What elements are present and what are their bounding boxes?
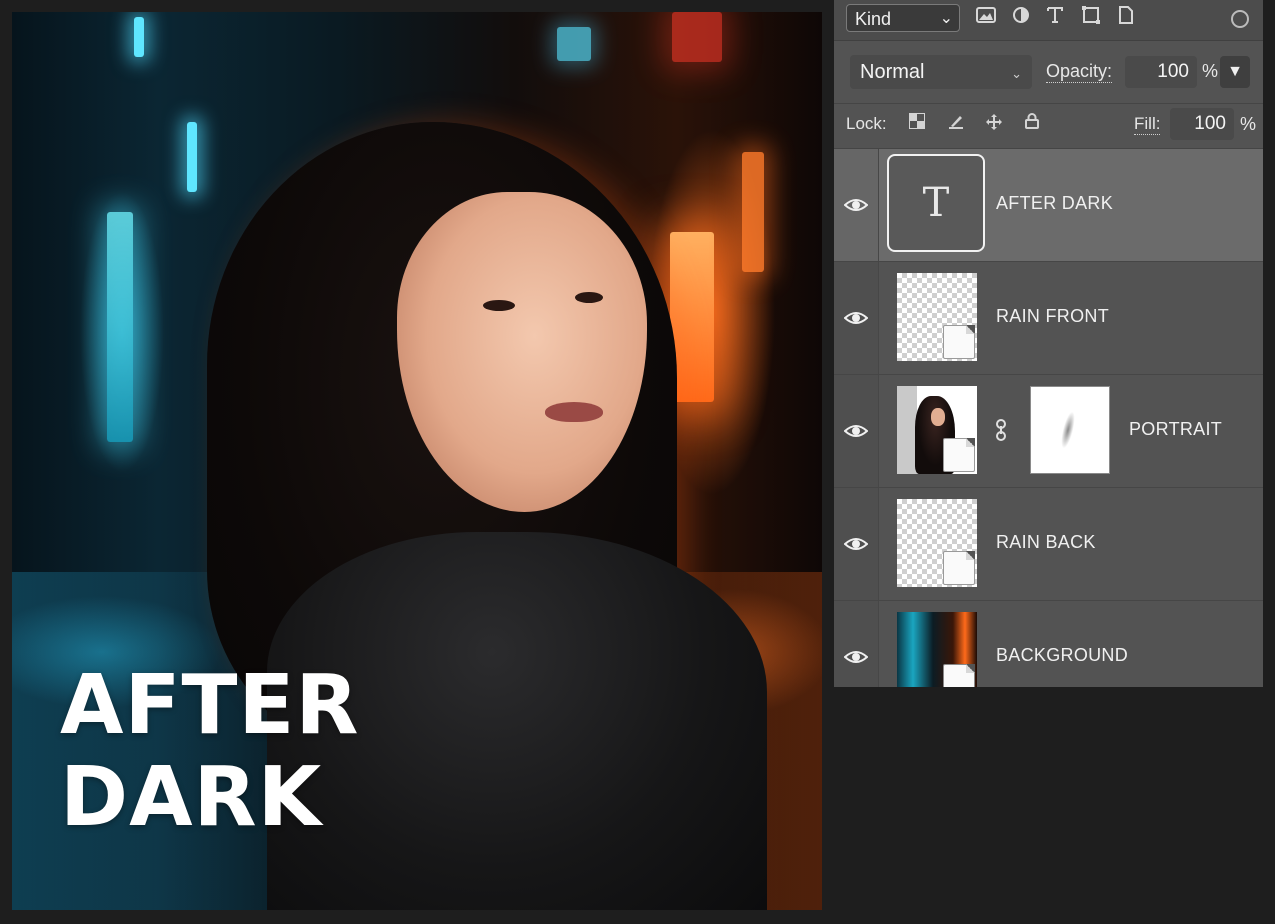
opacity-slider-toggle[interactable]: ▼ [1220,56,1250,88]
image-filter-icon[interactable] [975,6,997,28]
eye-icon[interactable] [844,307,868,329]
type-filter-icon[interactable] [1044,6,1066,28]
filter-kind-label: Kind [855,9,892,29]
chevron-down-icon: ⌄ [939,10,953,27]
left-eye [483,300,515,311]
eye-icon[interactable] [844,420,868,442]
fill-label[interactable]: Fill: [1134,114,1161,135]
layer-mask-thumbnail[interactable] [1030,386,1110,474]
mask-stroke [1058,410,1078,450]
filter-kind-select[interactable]: Kind ⌄ [846,4,960,32]
layer-row-portrait[interactable]: PORTRAIT [834,375,1263,488]
opacity-label[interactable]: Opacity: [1046,61,1113,83]
layer-row-background[interactable]: BACKGROUND [834,601,1263,687]
smart-object-filter-icon[interactable] [1115,6,1137,28]
fill-percent: % [1240,114,1257,134]
eye-icon[interactable] [844,646,868,668]
lock-image-pixels-icon[interactable] [945,113,967,135]
visibility-column [834,601,879,687]
blend-options-row: Normal ⌄ Opacity: 100 % ▼ [834,41,1263,104]
filter-toggle-icon[interactable] [1231,10,1249,28]
blend-mode-select[interactable]: Normal ⌄ [850,55,1032,89]
document-canvas[interactable]: AFTER DARK [12,12,822,910]
lock-options-row: Lock: Fill: 100 % [834,104,1263,149]
smart-object-badge-icon [943,664,975,687]
shape-filter-icon[interactable] [1080,6,1102,28]
portrait-thumbnail-face [931,408,945,426]
artwork-title: AFTER DARK [60,660,360,844]
cyan-neon-light [187,122,197,192]
layer-thumbnail[interactable] [897,612,977,687]
orange-neon-light [742,152,764,272]
opacity-percent: % [1202,61,1219,81]
eye-icon[interactable] [844,533,868,555]
layer-name[interactable]: RAIN FRONT [996,306,1109,327]
layer-row-rain-back[interactable]: RAIN BACK [834,488,1263,601]
cyan-window-light [557,27,591,61]
triangle-down-icon: ▼ [1227,63,1243,80]
adjustment-filter-icon[interactable] [1010,6,1032,28]
lock-transparent-pixels-icon[interactable] [906,113,928,135]
lock-position-icon[interactable] [983,113,1005,135]
mask-link-chain-icon[interactable] [994,419,1008,443]
eye-icon[interactable] [844,194,868,216]
right-eye [575,292,603,303]
lock-label: Lock: [846,114,887,133]
visibility-column [834,375,879,487]
smart-object-badge-icon [943,438,975,472]
cyan-neon-light [134,17,144,57]
visibility-column [834,488,879,600]
chevron-down-icon: ⌄ [1011,66,1022,81]
layers-panel: Kind ⌄ Normal ⌄ Opacity: 100 % ▼ Lock: F… [834,0,1263,687]
layer-thumbnail[interactable] [897,386,977,474]
layer-name[interactable]: BACKGROUND [996,645,1128,666]
smart-object-badge-icon [943,325,975,359]
layer-row-after-dark[interactable]: T AFTER DARK [834,149,1263,262]
mouth [545,402,603,422]
opacity-input[interactable]: 100 [1125,56,1197,88]
red-neon-sign [672,12,722,62]
layer-name[interactable]: AFTER DARK [996,193,1113,214]
layer-thumbnail[interactable] [897,499,977,587]
layer-name[interactable]: RAIN BACK [996,532,1096,553]
lock-all-icon[interactable] [1021,113,1043,135]
artwork-title-line1: AFTER [60,658,360,753]
layer-thumbnail[interactable] [897,273,977,361]
layer-list: T AFTER DARK RAIN FRONT PORTRAIT RAIN BA… [834,149,1263,687]
cyan-neon-light [107,212,133,442]
visibility-column [834,149,879,261]
layer-filter-bar: Kind ⌄ [834,0,1263,41]
layer-row-rain-front[interactable]: RAIN FRONT [834,262,1263,375]
smart-object-badge-icon [943,551,975,585]
artwork-title-line2: DARK [60,750,323,845]
blend-mode-value: Normal [860,61,925,83]
fill-input[interactable]: 100 [1170,108,1234,140]
text-layer-thumbnail[interactable]: T [887,154,985,252]
visibility-column [834,262,879,374]
layer-name[interactable]: PORTRAIT [1129,419,1222,440]
